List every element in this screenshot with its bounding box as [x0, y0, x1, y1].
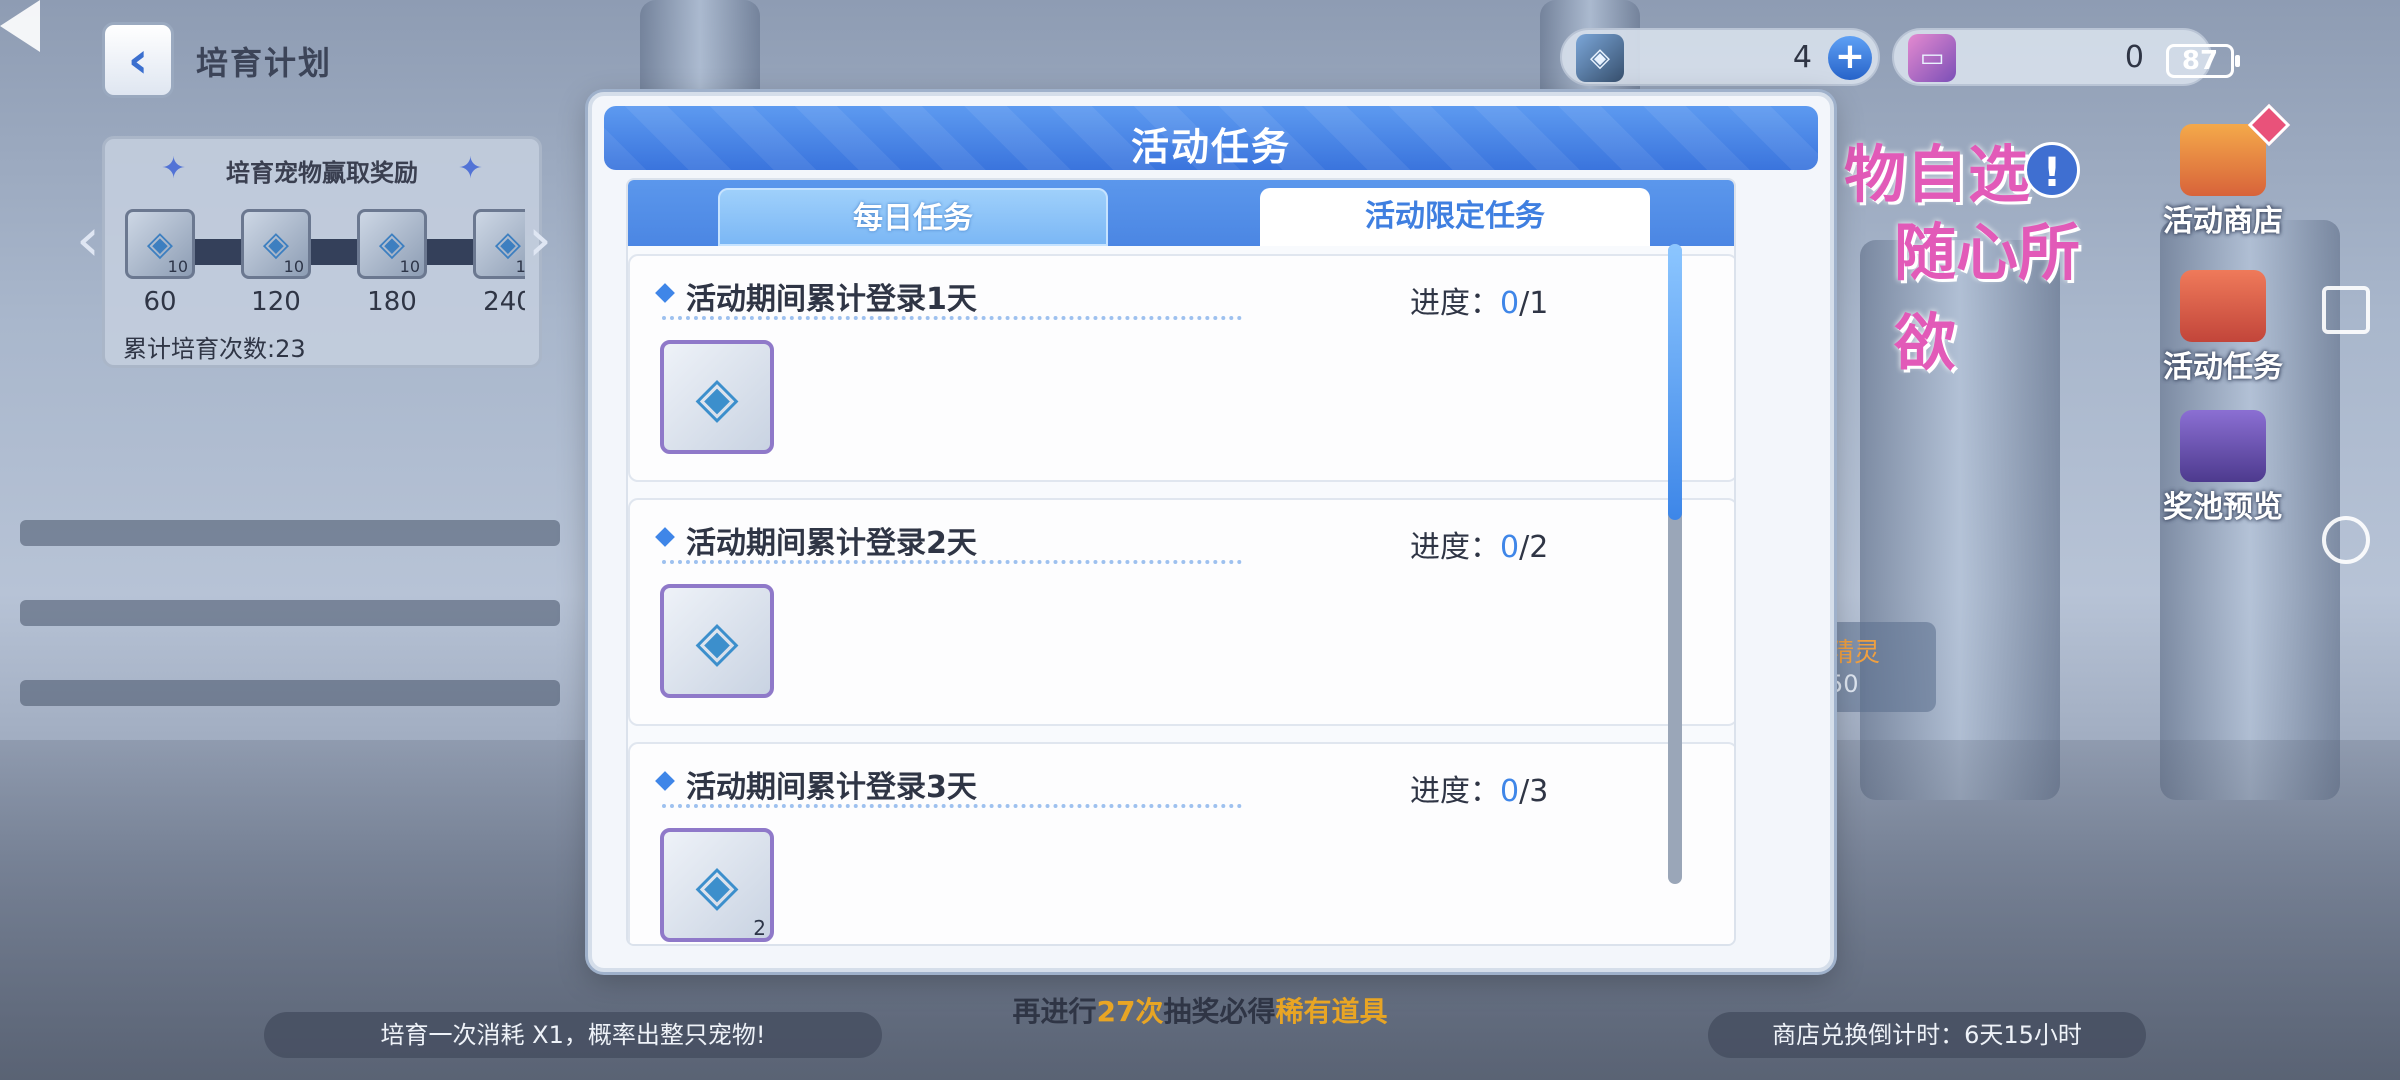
chevron-left-icon[interactable]: ‹ [76, 210, 100, 270]
diamond-bullet-icon [655, 283, 675, 303]
task-list[interactable]: 活动期间累计登录1天 进度：0/1 ◈ 活动期间累计登录2天 进度：0/2 ◈ … [628, 254, 1734, 944]
diamond-bullet-icon [655, 527, 675, 547]
info-icon[interactable]: ! [2024, 142, 2080, 198]
background-shelf [20, 520, 560, 546]
task-progress: 进度：0/3 [1410, 774, 1549, 809]
reward-capsule-icon[interactable]: ◈ 2 [660, 828, 774, 942]
capsule-icon: ◈10 [125, 209, 195, 279]
tab-bar: 每日任务 活动限定任务 [628, 180, 1734, 246]
chevron-left-icon: ‹ [127, 31, 149, 89]
shop-button[interactable]: 活动商店 [2148, 103, 2298, 240]
tab-daily-tasks[interactable]: 每日任务 [718, 188, 1108, 246]
ticket-icon: ▭ [1908, 34, 1956, 82]
cultivate-count: 累计培育次数:23 [123, 335, 306, 363]
dialog-body: 每日任务 活动限定任务 活动期间累计登录1天 进度：0/1 ◈ 活动期间累计登录… [626, 178, 1736, 946]
resource-ticket: ▭ 0 [1892, 28, 2212, 86]
milestone-value: 240 [483, 287, 525, 317]
resource-count: 4 [1792, 40, 1812, 75]
background-shelf [20, 600, 560, 626]
banner-line-1: 物自选 [1844, 138, 2031, 211]
milestone-value: 180 [367, 287, 417, 317]
resource-capsule: ◈ 4 + [1560, 28, 1880, 86]
milestone-value: 120 [251, 287, 301, 317]
background-shelf [20, 680, 560, 706]
capsule-icon: ◈10 [241, 209, 311, 279]
reward-items: ◈10 60 ◈10 120 ◈10 180 ◈10 240 [125, 209, 525, 339]
new-badge-icon [2247, 103, 2291, 147]
chest-icon [2180, 410, 2266, 482]
task-card: 活动期间累计登录1天 进度：0/1 ◈ [628, 254, 1734, 482]
dotted-divider [662, 804, 1242, 808]
task-title: 活动期间累计登录2天 [686, 526, 977, 561]
reward-milestone[interactable]: ◈ 10 60 [125, 209, 195, 317]
reward-milestone[interactable]: ◈ 10 180 [357, 209, 427, 317]
page-title: 培育计划 [196, 44, 333, 82]
sparkle-icon: ✦ [457, 151, 483, 186]
back-triangle-icon[interactable] [0, 0, 40, 52]
add-capsule-button[interactable]: + [1828, 36, 1872, 80]
diamond-bullet-icon [655, 771, 675, 791]
tasks-button[interactable]: 活动任务 [2148, 270, 2298, 386]
scrollbar-thumb[interactable] [1668, 244, 1682, 520]
task-title: 活动期间累计登录3天 [686, 770, 977, 805]
shop-icon [2180, 103, 2291, 196]
capsule-icon: ◈ [1576, 34, 1624, 82]
home-icon[interactable] [2322, 516, 2370, 564]
pool-preview-button[interactable]: 奖池预览 [2148, 410, 2298, 526]
tab-limited-tasks[interactable]: 活动限定任务 [1260, 188, 1650, 246]
promo-banner[interactable]: 物自选 随心所欲 [1834, 124, 2134, 379]
shop-label: 活动商店 [2163, 204, 2283, 239]
activity-task-dialog: 活动任务 每日任务 活动限定任务 活动期间累计登录1天 进度：0/1 ◈ 活动期… [588, 92, 1834, 972]
pool-preview-label: 奖池预览 [2163, 490, 2283, 525]
dialog-header: 活动任务 [604, 106, 1818, 170]
capsule-icon: ◈10 [473, 209, 525, 279]
dialog-title: 活动任务 [1130, 125, 1291, 169]
battery-indicator: 87 [2166, 44, 2240, 78]
chevron-right-icon[interactable]: › [528, 210, 552, 270]
task-progress: 进度：0/1 [1410, 286, 1549, 321]
reward-milestone[interactable]: ◈10 240 [473, 209, 525, 317]
task-progress: 进度：0/2 [1410, 530, 1549, 565]
resource-count: 0 [2124, 40, 2144, 75]
banner-line-2: 随心所欲 [1894, 216, 2081, 379]
reward-capsule-icon[interactable]: ◈ [660, 340, 774, 454]
shop-countdown-bar: 商店兑换倒计时：6天15小时 [1708, 1012, 2146, 1058]
task-box-icon [2180, 270, 2266, 342]
milestone-value: 60 [143, 287, 177, 317]
dotted-divider [662, 316, 1242, 320]
dotted-divider [662, 560, 1242, 564]
task-title: 活动期间累计登录1天 [686, 282, 977, 317]
back-button[interactable]: ‹ [102, 22, 174, 98]
pet-name: 精灵 [1828, 638, 1881, 668]
reward-milestone[interactable]: ◈ 10 120 [241, 209, 311, 317]
capsule-icon: ◈10 [357, 209, 427, 279]
recent-apps-icon[interactable] [2322, 286, 2370, 334]
task-card: 活动期间累计登录2天 进度：0/2 ◈ [628, 498, 1734, 726]
task-card: 活动期间累计登录3天 进度：0/3 ◈ 2 [628, 742, 1734, 944]
reward-capsule-icon[interactable]: ◈ [660, 584, 774, 698]
tasks-label: 活动任务 [2163, 350, 2283, 385]
reward-panel: ✦ 培育宠物赢取奖励 ✦ ◈10 60 ◈10 120 ◈10 180 ◈10 … [102, 136, 542, 368]
